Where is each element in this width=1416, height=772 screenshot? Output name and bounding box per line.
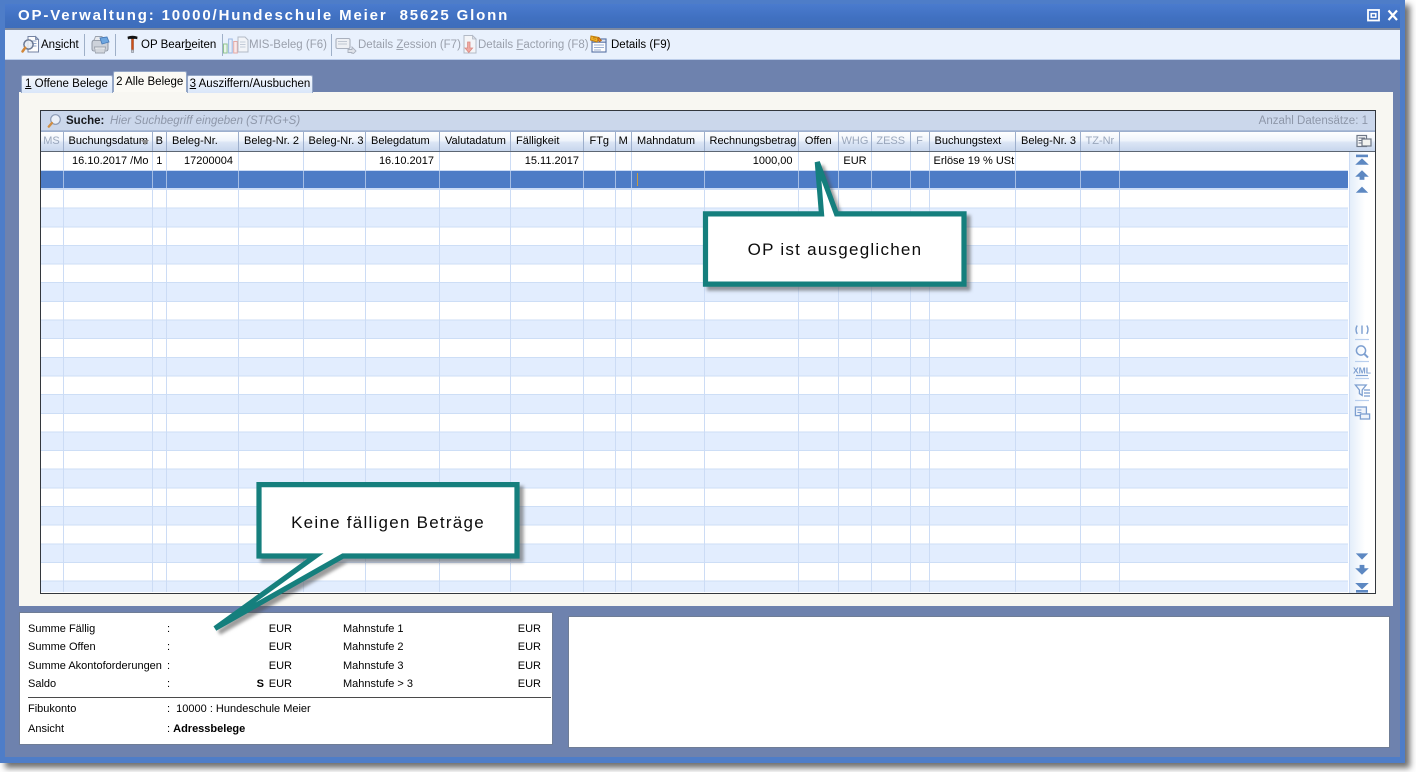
svg-text:XML: XML: [1353, 366, 1371, 376]
